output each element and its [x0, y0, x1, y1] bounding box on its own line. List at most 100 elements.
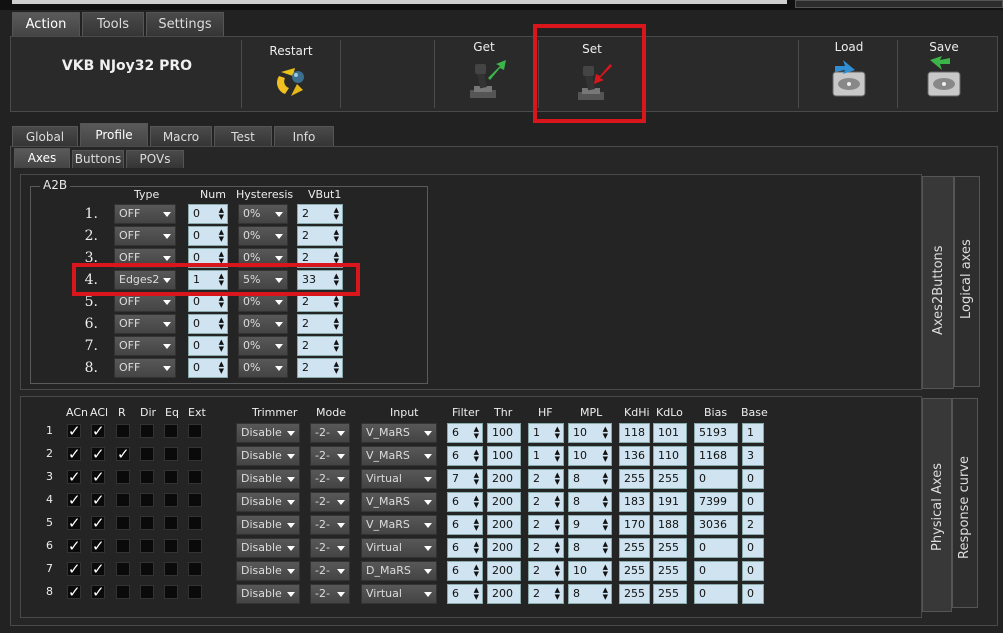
a2b-type-select[interactable]: OFF	[114, 314, 176, 334]
thr-field[interactable]: 100	[487, 446, 521, 466]
a2b-type-select[interactable]: OFF	[114, 226, 176, 246]
hf-field[interactable]: 2 ▲ ▼	[528, 492, 564, 512]
base-field[interactable]: 0	[742, 561, 764, 581]
input-select[interactable]: Virtual	[361, 584, 437, 604]
kdlo-field[interactable]: 255	[653, 469, 687, 489]
a2b-hysteresis-select[interactable]: 0%	[238, 336, 288, 356]
mode-select[interactable]: -2-	[310, 584, 350, 604]
input-select[interactable]: V_MaRS	[361, 492, 437, 512]
checkbox-dir[interactable]	[140, 516, 154, 530]
hf-field[interactable]: 2 ▲ ▼	[528, 515, 564, 535]
hf-field[interactable]: 1 ▲ ▼	[528, 446, 564, 466]
kdhi-field[interactable]: 170	[619, 515, 650, 535]
checkbox-ext[interactable]	[188, 493, 202, 507]
spin-arrows-icon[interactable]: ▲ ▼	[555, 449, 560, 463]
vtab-response-curve[interactable]: Response curve	[952, 398, 978, 608]
base-field[interactable]: 0	[742, 469, 764, 489]
mpl-field[interactable]: 10 ▲ ▼	[568, 423, 612, 443]
checkbox-dir[interactable]	[140, 447, 154, 461]
bias-field[interactable]: 0	[694, 469, 738, 489]
spin-arrows-icon[interactable]: ▲ ▼	[474, 495, 479, 509]
a2b-vbut-field[interactable]: 2 ▲ ▼	[297, 204, 343, 224]
thr-field[interactable]: 200	[487, 515, 521, 535]
spin-arrows-icon[interactable]: ▲ ▼	[334, 339, 339, 353]
checkbox-ext[interactable]	[188, 539, 202, 553]
input-select[interactable]: V_MaRS	[361, 515, 437, 535]
hf-field[interactable]: 2 ▲ ▼	[528, 561, 564, 581]
tab-axes[interactable]: Axes	[14, 148, 70, 168]
checkbox-dir[interactable]	[140, 585, 154, 599]
spin-arrows-icon[interactable]: ▲ ▼	[219, 339, 224, 353]
checkbox-r[interactable]	[116, 493, 130, 507]
base-field[interactable]: 3	[742, 446, 764, 466]
checkbox-r[interactable]	[116, 424, 130, 438]
mode-select[interactable]: -2-	[310, 538, 350, 558]
checkbox-dir[interactable]	[140, 562, 154, 576]
bias-field[interactable]: 5193	[694, 423, 738, 443]
kdlo-field[interactable]: 101	[653, 423, 687, 443]
filter-field[interactable]: 6 ▲ ▼	[447, 423, 483, 443]
a2b-type-select[interactable]: OFF	[114, 358, 176, 378]
checkbox-acn[interactable]: ✓	[67, 585, 81, 600]
a2b-num-field[interactable]: 0 ▲ ▼	[188, 336, 228, 356]
spin-arrows-icon[interactable]: ▲ ▼	[334, 207, 339, 221]
checkbox-eq[interactable]	[164, 493, 178, 507]
checkbox-eq[interactable]	[164, 585, 178, 599]
a2b-hysteresis-select[interactable]: 0%	[238, 204, 288, 224]
checkbox-acl[interactable]: ✓	[91, 470, 105, 485]
a2b-num-field[interactable]: 0 ▲ ▼	[188, 314, 228, 334]
bias-field[interactable]: 3036	[694, 515, 738, 535]
checkbox-acn[interactable]: ✓	[67, 447, 81, 462]
kdlo-field[interactable]: 110	[653, 446, 687, 466]
checkbox-r[interactable]	[116, 562, 130, 576]
kdhi-field[interactable]: 255	[619, 561, 650, 581]
checkbox-acl[interactable]: ✓	[91, 424, 105, 439]
checkbox-r[interactable]	[116, 470, 130, 484]
filter-field[interactable]: 7 ▲ ▼	[447, 469, 483, 489]
input-select[interactable]: Virtual	[361, 538, 437, 558]
checkbox-dir[interactable]	[140, 424, 154, 438]
spin-arrows-icon[interactable]: ▲ ▼	[219, 295, 224, 309]
a2b-vbut-field[interactable]: 2 ▲ ▼	[297, 336, 343, 356]
checkbox-eq[interactable]	[164, 562, 178, 576]
trimmer-select[interactable]: Disable	[236, 446, 300, 466]
kdhi-field[interactable]: 255	[619, 469, 650, 489]
spin-arrows-icon[interactable]: ▲ ▼	[603, 564, 608, 578]
tab-action[interactable]: Action	[12, 12, 80, 36]
thr-field[interactable]: 200	[487, 584, 521, 604]
a2b-hysteresis-select[interactable]: 0%	[238, 358, 288, 378]
get-button[interactable]: Get	[438, 34, 530, 106]
trimmer-select[interactable]: Disable	[236, 469, 300, 489]
spin-arrows-icon[interactable]: ▲ ▼	[555, 518, 560, 532]
spin-arrows-icon[interactable]: ▲ ▼	[603, 472, 608, 486]
a2b-hysteresis-select[interactable]: 0%	[238, 226, 288, 246]
spin-arrows-icon[interactable]: ▲ ▼	[555, 541, 560, 555]
spin-arrows-icon[interactable]: ▲ ▼	[603, 495, 608, 509]
bias-field[interactable]: 7399	[694, 492, 738, 512]
tab-povs[interactable]: POVs	[126, 150, 184, 168]
base-field[interactable]: 0	[742, 538, 764, 558]
checkbox-r[interactable]	[116, 585, 130, 599]
mode-select[interactable]: -2-	[310, 561, 350, 581]
tab-macro[interactable]: Macro	[150, 126, 212, 146]
a2b-vbut-field[interactable]: 2 ▲ ▼	[297, 358, 343, 378]
thr-field[interactable]: 100	[487, 423, 521, 443]
checkbox-acl[interactable]: ✓	[91, 493, 105, 508]
bias-field[interactable]: 0	[694, 584, 738, 604]
tab-tools[interactable]: Tools	[82, 12, 144, 36]
kdlo-field[interactable]: 255	[653, 584, 687, 604]
filter-field[interactable]: 6 ▲ ▼	[447, 492, 483, 512]
a2b-vbut-field[interactable]: 2 ▲ ▼	[297, 226, 343, 246]
spin-arrows-icon[interactable]: ▲ ▼	[219, 361, 224, 375]
tab-settings[interactable]: Settings	[146, 12, 224, 36]
checkbox-ext[interactable]	[188, 447, 202, 461]
thr-field[interactable]: 200	[487, 561, 521, 581]
checkbox-acl[interactable]: ✓	[91, 539, 105, 554]
filter-field[interactable]: 6 ▲ ▼	[447, 538, 483, 558]
mpl-field[interactable]: 8 ▲ ▼	[568, 469, 612, 489]
bias-field[interactable]: 0	[694, 538, 738, 558]
checkbox-acl[interactable]: ✓	[91, 516, 105, 531]
checkbox-acn[interactable]: ✓	[67, 470, 81, 485]
spin-arrows-icon[interactable]: ▲ ▼	[474, 564, 479, 578]
checkbox-acn[interactable]: ✓	[67, 424, 81, 439]
